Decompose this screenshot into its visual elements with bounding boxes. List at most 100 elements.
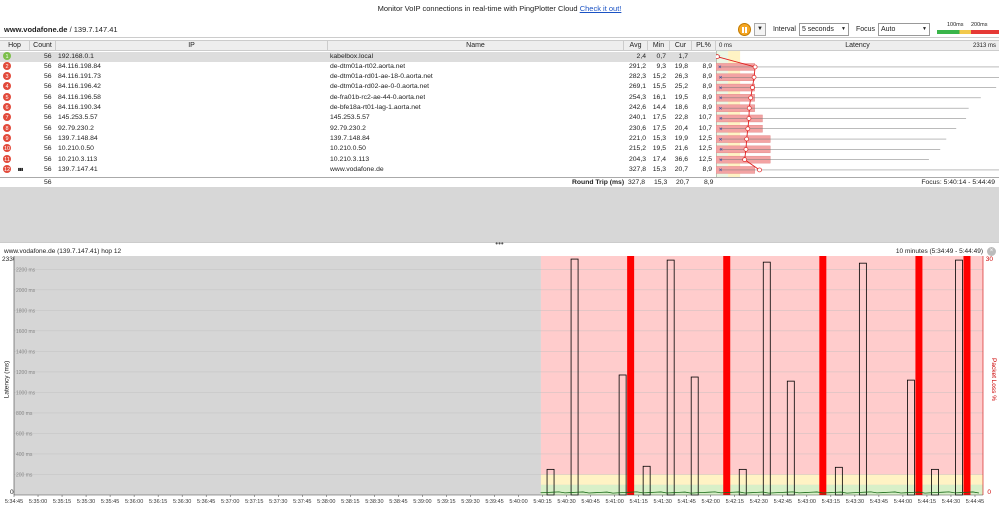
latency-spike	[762, 261, 771, 496]
table-row[interactable]: 11 56 10.210.3.113 10.210.3.113 204,3 17,4 36,…	[0, 154, 716, 165]
col-latency[interactable]: 0 ms Latency 2313 ms	[716, 41, 999, 51]
loss-event-bar	[723, 256, 731, 495]
hop-pl: 12,5	[698, 145, 712, 153]
hop-name: de-fra01b-rc2-ae-44-0.aorta.net	[330, 93, 426, 101]
hop-pl: 12,5	[698, 155, 712, 163]
hop-number: 1	[3, 51, 11, 60]
table-row[interactable]: 1 56 192.168.0.1 kabelbox.local 2,4 0,7 1,7	[0, 51, 716, 62]
col-cur[interactable]: Cur	[670, 41, 692, 51]
hop-name: 145.253.5.57	[330, 114, 370, 122]
x-tick-label: 5:42:15	[726, 499, 744, 505]
table-row[interactable]: 7 56 145.253.5.57 145.253.5.57 240,1 17,5 22,8…	[0, 113, 716, 123]
hop-count: 56	[44, 114, 52, 122]
min-marker: ×	[719, 75, 723, 81]
trace-grid: Hop Count IP Name Avg Min Cur PL% 0 ms L…	[0, 38, 999, 187]
hop-cur: 19,9	[674, 134, 688, 142]
x-tick-label: 5:39:45	[485, 499, 503, 505]
col-ip[interactable]: IP	[56, 41, 328, 51]
summary-cur: 20,7	[676, 179, 690, 186]
x-tick-label: 5:42:45	[774, 499, 792, 505]
hop-pl: 12,5	[698, 134, 712, 142]
x-tick-label: 5:43:15	[822, 499, 840, 505]
hop-avg: 291,2	[628, 62, 646, 70]
x-tick-label: 5:44:45	[966, 499, 984, 505]
grid-label: 1200 ms	[16, 370, 36, 376]
interval-select[interactable]: 5 seconds ▼	[798, 22, 849, 36]
grid-label: 1600 ms	[16, 329, 36, 335]
hop-ip: 139.7.148.84	[58, 134, 98, 142]
interval-value: 5 seconds	[801, 25, 834, 33]
x-tick-label: 5:40:15	[533, 499, 551, 505]
table-row[interactable]: 3 56 84.116.191.73 de-dtm01a-rd01-ae-18-0.a…	[0, 72, 716, 82]
hop-cur: 1,7	[678, 52, 688, 60]
table-row[interactable]: 6 56 84.116.190.34 de-bfe18a-rt01-lag-1.aor…	[0, 103, 716, 113]
hop-count: 56	[44, 93, 52, 101]
chevron-down-icon[interactable]: ▼	[753, 22, 766, 36]
hop-number: 11	[3, 154, 11, 163]
table-row[interactable]: 5 56 84.116.196.58 de-fra01b-rc2-ae-44-0.ao…	[0, 92, 716, 103]
hop-ip: 10.210.3.113	[58, 155, 98, 163]
hop-avg: 221,0	[628, 134, 646, 142]
table-row[interactable]: 4 56 84.116.196.42 de-dtm01a-rd02-ae-0-0.ao…	[0, 82, 716, 92]
summary-avg: 327,8	[628, 179, 646, 186]
x-tick-label: 5:35:30	[77, 499, 95, 505]
table-row[interactable]: 2 56 84.116.198.84 de-dtm01a-rt02.aorta.net…	[0, 61, 716, 72]
hop-count: 56	[44, 155, 52, 163]
table-row[interactable]: 9 56 139.7.148.84 139.7.148.84 221,0 15,3 19,9…	[0, 133, 716, 144]
table-row[interactable]: 10 56 10.210.0.50 10.210.0.50 215,2 19,5 21,6 1…	[0, 144, 716, 154]
hop-ip: 92.79.230.2	[58, 124, 94, 132]
focus-label: Focus	[855, 25, 875, 33]
table-row[interactable]: 8 56 92.79.230.2 92.79.230.2 230,6 17,5 20,4 10…	[0, 123, 716, 134]
hop-cur: 36,6	[674, 155, 688, 163]
col-avg[interactable]: Avg	[624, 41, 648, 51]
avg-point	[744, 136, 750, 142]
promo-link[interactable]: Check it out!	[580, 4, 622, 13]
hop-min: 0,7	[656, 52, 666, 60]
hop-min: 14,4	[652, 104, 666, 111]
grid-label: 1000 ms	[16, 390, 36, 396]
hop-ip: 84.116.198.84	[58, 62, 101, 70]
summary-row: 56 Round Trip (ms) 327,8 15,3 20,7 8,9 F…	[0, 177, 999, 187]
hop-pl: 8,9	[702, 104, 712, 111]
avg-point	[750, 85, 755, 90]
latency-title: Latency	[845, 42, 870, 49]
hop-name: kabelbox.local	[330, 52, 374, 60]
min-marker: ×	[719, 127, 723, 133]
hop-name: 10.210.3.113	[330, 155, 370, 163]
avg-point	[748, 95, 754, 101]
x-tick-label: 5:40:45	[581, 499, 599, 505]
hop-avg: 242,6	[628, 104, 646, 111]
hop-min: 17,4	[652, 155, 666, 163]
col-hop[interactable]: Hop	[0, 41, 30, 51]
graph-icon[interactable]: ▮▮▮	[18, 167, 23, 173]
focus-select[interactable]: Auto ▼	[878, 22, 930, 36]
col-min[interactable]: Min	[648, 41, 670, 51]
hop-avg: 2,4	[636, 52, 646, 60]
focus-value: Auto	[881, 25, 896, 33]
col-name[interactable]: Name	[328, 41, 624, 51]
hop-ip: 84.116.196.58	[58, 93, 101, 101]
table-row[interactable]: 12 56 139.7.147.41 www.vodafone.de 327,8 15,3…	[0, 164, 716, 175]
latency-spike	[642, 465, 651, 496]
col-pl[interactable]: PL%	[692, 41, 716, 51]
col-count[interactable]: Count	[30, 41, 56, 51]
hop-min: 17,5	[652, 124, 666, 132]
min-marker: ×	[719, 137, 723, 143]
target-breadcrumb: www.vodafone.de / 139.7.147.41	[4, 25, 118, 34]
pause-icon[interactable]	[737, 22, 751, 36]
hop-cur: 25,2	[674, 83, 688, 91]
hop-min: 15,3	[652, 165, 666, 173]
loss-event-bar	[963, 256, 971, 495]
hop-name: www.vodafone.de	[330, 165, 384, 173]
x-tick-label: 5:37:30	[269, 499, 287, 505]
grid-label: 200 ms	[16, 472, 33, 478]
hop-pl: 10,7	[698, 124, 712, 132]
hop-number: 4	[3, 82, 11, 91]
hop-cur: 18,6	[674, 104, 688, 111]
avg-point	[745, 126, 751, 132]
min-marker: ×	[719, 168, 723, 174]
hop-pl: 10,7	[698, 114, 712, 122]
min-marker: ×	[719, 106, 723, 112]
x-tick-label: 5:40:00	[509, 499, 527, 505]
hop-avg: 240,1	[628, 114, 646, 122]
